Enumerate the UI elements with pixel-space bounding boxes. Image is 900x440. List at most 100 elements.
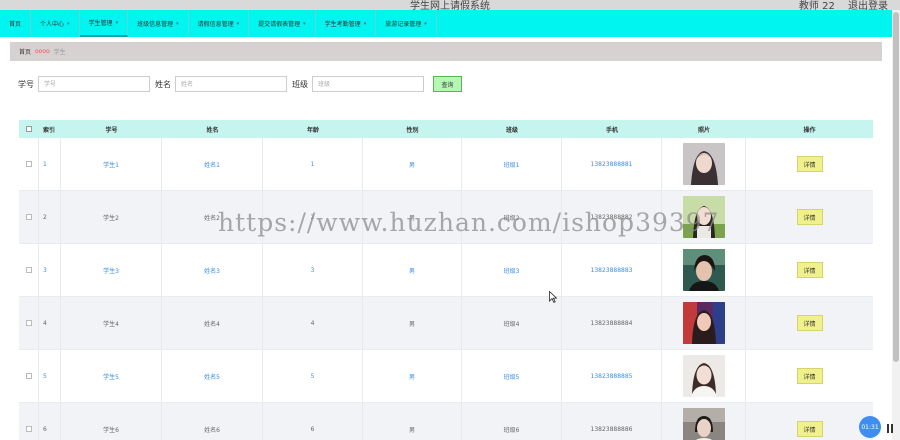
row-checkbox[interactable]: [25, 373, 32, 379]
user-info: 教师 22 退出登录: [789, 0, 888, 10]
cell-student-no: 学生2: [61, 191, 162, 243]
cell-student-no[interactable]: 学生3: [61, 244, 162, 296]
name-input[interactable]: [175, 76, 287, 92]
row-checkbox[interactable]: [25, 267, 32, 273]
chevron-down-icon: ▾: [424, 20, 427, 27]
user-label: 教师 22: [798, 1, 835, 10]
cell-name[interactable]: 姓名1: [162, 138, 263, 190]
cell-class[interactable]: 班级1: [462, 138, 562, 190]
select-all-checkbox[interactable]: [26, 126, 32, 132]
cell-gender[interactable]: 男: [363, 138, 462, 190]
cell-class[interactable]: 班级5: [462, 350, 562, 402]
cell-photo: [662, 297, 746, 349]
student-photo[interactable]: [682, 408, 725, 440]
cell-action: 详情: [746, 297, 873, 349]
nav-item-3[interactable]: 班级信息管理 ▾: [128, 10, 189, 37]
table-row[interactable]: 3 学生3 姓名3 3 男班级3 13823888883 详情: [19, 244, 873, 297]
cell-student-no[interactable]: 学生1: [61, 138, 162, 190]
row-checkbox[interactable]: [25, 320, 32, 326]
cell-phone: 13823888884: [562, 297, 662, 349]
cell-gender[interactable]: 男: [363, 244, 462, 296]
detail-button[interactable]: 详情: [796, 368, 823, 384]
cell-photo: [662, 350, 746, 402]
chevron-down-icon: ▾: [67, 20, 70, 27]
scrollbar-thumb[interactable]: [893, 12, 899, 362]
floating-timer-widget[interactable]: 01:31: [859, 416, 881, 438]
detail-button[interactable]: 详情: [796, 421, 823, 437]
row-select-cell: [19, 191, 39, 243]
cell-phone[interactable]: 13823888881: [562, 138, 662, 190]
cell-action: 详情: [746, 191, 873, 243]
table-row[interactable]: 6 学生6 姓名6 6 男班级6 13823888886 详情: [19, 403, 873, 440]
cell-gender[interactable]: 男: [363, 350, 462, 402]
table-row[interactable]: 1 学生1 姓名1 1 男班级1 13823888881 详情: [19, 138, 873, 191]
cell-phone[interactable]: 13823888883: [562, 244, 662, 296]
student-photo[interactable]: [682, 196, 725, 238]
breadcrumb: 首页 oooo 学生: [10, 42, 882, 61]
cell-age: 4: [263, 297, 363, 349]
nav-item-2[interactable]: 学生管理 ▾: [79, 10, 129, 37]
nav-item-1[interactable]: 个人中心 ▾: [31, 10, 80, 37]
cell-action: 详情: [746, 244, 873, 296]
cell-index: 6: [39, 403, 61, 440]
table-header: 索引 学号 姓名 年龄 性别 班级 手机 照片 操作: [19, 120, 873, 138]
header-select-all: [19, 120, 39, 138]
cell-gender: 男: [363, 191, 462, 243]
cell-age[interactable]: 3: [263, 244, 363, 296]
detail-button[interactable]: 详情: [796, 262, 823, 278]
detail-button[interactable]: 详情: [796, 209, 823, 225]
nav-item-label: 班级信息管理: [137, 21, 174, 28]
student-photo[interactable]: [682, 249, 725, 291]
row-checkbox[interactable]: [25, 161, 32, 167]
page-scrollbar[interactable]: [892, 10, 900, 440]
row-select-cell: [19, 244, 39, 296]
header-action: 操作: [803, 126, 816, 134]
detail-button[interactable]: 详情: [796, 315, 823, 331]
cell-name[interactable]: 姓名5: [162, 350, 263, 402]
cell-age[interactable]: 5: [263, 350, 363, 402]
cell-name: 姓名4: [162, 297, 263, 349]
pause-icon[interactable]: [883, 420, 897, 436]
query-button[interactable]: 查询: [433, 76, 462, 92]
app-title: 学生网上请假系统: [410, 1, 490, 10]
nav-item-6[interactable]: 学生考勤管理 ▾: [316, 10, 377, 37]
cell-index[interactable]: 3: [39, 244, 61, 296]
cell-index[interactable]: 5: [39, 350, 61, 402]
row-checkbox[interactable]: [25, 426, 32, 432]
nav-item-4[interactable]: 请假信息管理 ▾: [189, 10, 250, 37]
table-row[interactable]: 2 学生2 姓名2 2 男班级2 13823888882 详情: [19, 191, 873, 244]
cell-photo: [662, 138, 746, 190]
cell-phone[interactable]: 13823888885: [562, 350, 662, 402]
logout-link[interactable]: 退出登录: [848, 1, 888, 10]
student-photo[interactable]: [682, 302, 725, 344]
cell-photo: [662, 244, 746, 296]
cell-photo: [662, 403, 746, 440]
mouse-cursor-icon: [549, 291, 557, 303]
student-photo[interactable]: [682, 355, 725, 397]
cell-age: 6: [263, 403, 363, 440]
row-checkbox[interactable]: [25, 214, 32, 220]
search-bar: 学号 姓名 班级 查询: [18, 76, 462, 92]
nav-item-5[interactable]: 提交请假表管理 ▾: [249, 10, 316, 37]
detail-button[interactable]: 详情: [796, 156, 823, 172]
header-age: 年龄: [306, 126, 319, 134]
nav-item-0[interactable]: 首页: [0, 10, 32, 37]
table-row[interactable]: 5 学生5 姓名5 5 男班级5 13823888885 详情: [19, 350, 873, 403]
cell-name: 姓名6: [162, 403, 263, 440]
breadcrumb-home[interactable]: 首页: [19, 47, 31, 56]
student-photo[interactable]: [682, 143, 725, 185]
class-input[interactable]: [312, 76, 424, 92]
student-no-label: 学号: [18, 79, 34, 89]
cell-gender: 男: [363, 403, 462, 440]
student-no-input[interactable]: [38, 76, 150, 92]
cell-age[interactable]: 1: [263, 138, 363, 190]
cell-name[interactable]: 姓名3: [162, 244, 263, 296]
cell-photo: [662, 191, 746, 243]
cell-student-no[interactable]: 学生5: [61, 350, 162, 402]
cell-class: 班级4: [462, 297, 562, 349]
cell-index[interactable]: 1: [39, 138, 61, 190]
table-row[interactable]: 4 学生4 姓名4 4 男班级4 13823888884 详情: [19, 297, 873, 350]
cell-action: 详情: [746, 138, 873, 190]
cell-class[interactable]: 班级3: [462, 244, 562, 296]
nav-item-7[interactable]: 旅游记录管理 ▾: [376, 10, 437, 37]
